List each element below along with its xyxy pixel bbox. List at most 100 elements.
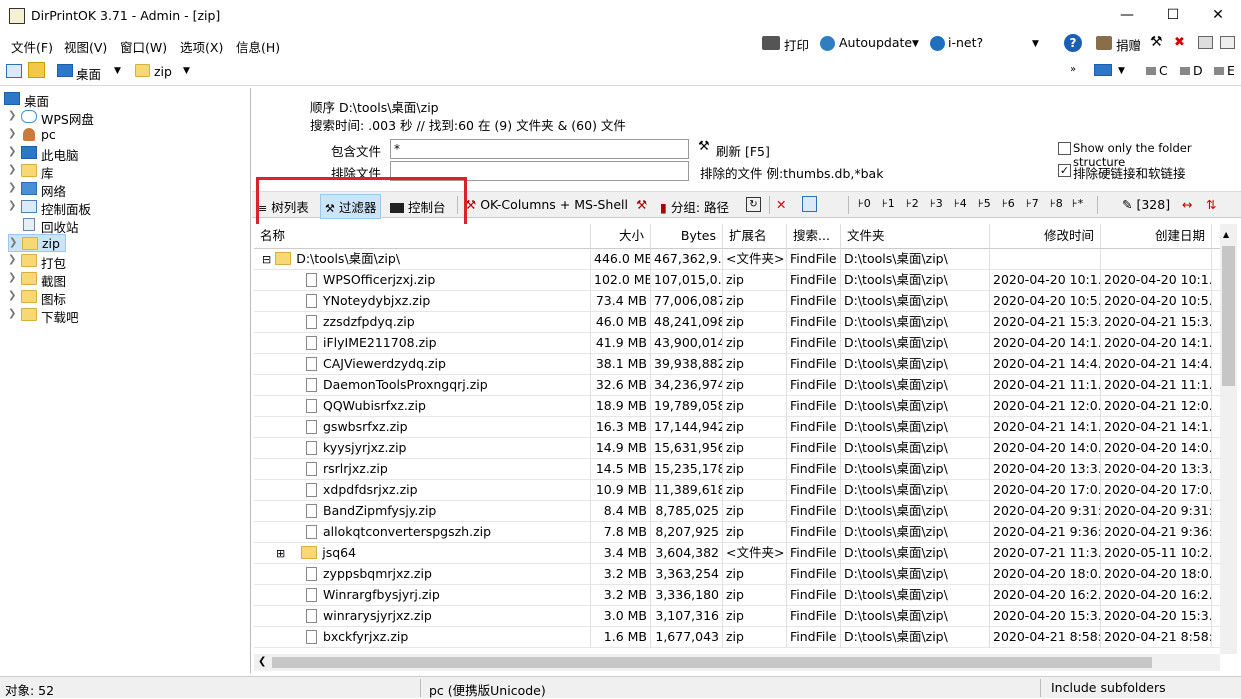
- tree-item-downloads[interactable]: ❯ 下载吧: [8, 306, 238, 325]
- scroll-up-icon[interactable]: ▲: [1223, 230, 1229, 239]
- windows-icon[interactable]: [1198, 36, 1213, 49]
- help-icon[interactable]: ?: [1064, 34, 1082, 52]
- minimize-button[interactable]: —: [1104, 0, 1150, 32]
- nav-zip[interactable]: zip: [154, 64, 172, 79]
- col-ctime[interactable]: 创建日期: [1101, 224, 1212, 249]
- inet-dropdown-icon[interactable]: ▼: [1032, 39, 1039, 49]
- group-button[interactable]: ▮ 分组: 路径: [660, 197, 729, 216]
- donate-button[interactable]: 捐赠: [1116, 35, 1141, 54]
- tree-item-this-pc[interactable]: ❯ 此电脑: [8, 144, 238, 163]
- tree-item-screenshots[interactable]: ❯ 截图: [8, 270, 238, 289]
- autoupdate-button[interactable]: Autoupdate: [839, 35, 912, 50]
- expand-arrow-icon[interactable]: ❯: [8, 308, 16, 319]
- collapse-icon[interactable]: ⇅: [1206, 197, 1216, 212]
- table-row[interactable]: WPSOfficerjzxj.zip 102.0 MB 107,015,0... zi…: [254, 270, 1220, 291]
- menu-window[interactable]: 窗口(W): [120, 37, 167, 56]
- col-bytes[interactable]: Bytes: [651, 224, 723, 249]
- panel-toggle-icon[interactable]: [6, 64, 22, 78]
- tree-item-wps[interactable]: ❯ WPS网盘: [8, 108, 238, 127]
- level-4-button[interactable]: ⊦4: [954, 197, 967, 210]
- table-row[interactable]: rsrlrjxz.zip 14.5 MB 15,235,178 zip FindFile…: [254, 459, 1220, 480]
- scroll-thumb[interactable]: [1222, 246, 1235, 386]
- drive-c[interactable]: C: [1146, 63, 1168, 78]
- expand-arrow-icon[interactable]: ❯: [8, 254, 16, 265]
- level-8-button[interactable]: ⊦8: [1050, 197, 1063, 210]
- table-row[interactable]: bxckfyrjxz.zip 1.6 MB 1,677,043 zip FindFile…: [254, 627, 1220, 648]
- window-close-icon[interactable]: [1220, 36, 1235, 49]
- refresh-button[interactable]: 刷新 [F5]: [716, 141, 770, 160]
- col-size[interactable]: 大小: [591, 224, 651, 249]
- expand-arrow-icon[interactable]: ❯: [8, 164, 16, 175]
- nav-zip-dropdown-icon[interactable]: ▼: [183, 66, 190, 76]
- tree-item-recycle-bin[interactable]: 回收站: [8, 216, 238, 235]
- drive-e[interactable]: E: [1214, 63, 1235, 78]
- level-2-button[interactable]: ⊦2: [906, 197, 919, 210]
- chevron-down-icon[interactable]: »: [1070, 64, 1076, 75]
- col-ext[interactable]: 扩展名: [723, 224, 787, 249]
- col-folder[interactable]: 文件夹: [841, 224, 990, 249]
- monitor-dropdown-icon[interactable]: ▼: [1118, 66, 1125, 76]
- monitor-icon[interactable]: [1094, 64, 1112, 76]
- menu-file[interactable]: 文件(F): [11, 37, 53, 56]
- col-mtime[interactable]: 修改时间: [990, 224, 1101, 249]
- nav-desktop-dropdown-icon[interactable]: ▼: [114, 66, 121, 76]
- nav-desktop[interactable]: 桌面: [76, 64, 101, 83]
- menu-options[interactable]: 选项(X): [180, 37, 223, 56]
- col-name[interactable]: 名称: [254, 224, 591, 249]
- tree-item-pc[interactable]: ❯ pc: [8, 126, 238, 144]
- sync-icon[interactable]: ↻: [746, 197, 761, 212]
- collapse-toggle-icon[interactable]: ⊟: [262, 253, 271, 266]
- expand-arrow-icon[interactable]: ❯: [9, 237, 17, 248]
- level-5-button[interactable]: ⊦5: [978, 197, 991, 210]
- delete-icon[interactable]: ✕: [776, 197, 786, 212]
- level-6-button[interactable]: ⊦6: [1002, 197, 1015, 210]
- table-row[interactable]: ⊟ D:\tools\桌面\zip\ 446.0 MB 467,362,9... <文件…: [254, 249, 1220, 270]
- scroll-left-icon[interactable]: ❮: [258, 656, 266, 667]
- expand-arrow-icon[interactable]: ❯: [8, 182, 16, 193]
- inet-button[interactable]: i-net?: [948, 35, 983, 50]
- tree-item-icons[interactable]: ❯ 图标: [8, 288, 238, 307]
- vertical-scrollbar[interactable]: ▲: [1220, 224, 1237, 654]
- menu-view[interactable]: 视图(V): [64, 37, 107, 56]
- table-row[interactable]: zzsdzfpdyq.zip 46.0 MB 48,241,098 zip FindFi…: [254, 312, 1220, 333]
- shell-icon[interactable]: ⚒: [636, 197, 647, 212]
- include-input[interactable]: *: [390, 139, 689, 159]
- tree-item-desktop[interactable]: 桌面: [2, 90, 242, 109]
- table-row[interactable]: BandZipmfysjy.zip 8.4 MB 8,785,025 zip FindF…: [254, 501, 1220, 522]
- refresh-list-icon[interactable]: [802, 196, 817, 212]
- expand-arrow-icon[interactable]: ❯: [8, 146, 16, 157]
- table-row[interactable]: kyysjyrjxz.zip 14.9 MB 15,631,956 zip FindFi…: [254, 438, 1220, 459]
- drive-d[interactable]: D: [1180, 63, 1203, 78]
- tree-item-control-panel[interactable]: ❯ 控制面板: [8, 198, 238, 217]
- table-row[interactable]: DaemonToolsProxngqrj.zip 32.6 MB 34,236,97…: [254, 375, 1220, 396]
- expand-arrow-icon[interactable]: ❯: [8, 110, 16, 121]
- exclude-links-checkbox[interactable]: ✓: [1058, 164, 1071, 177]
- tree-item-library[interactable]: ❯ 库: [8, 162, 238, 181]
- tree-item-pack[interactable]: ❯ 打包: [8, 252, 238, 271]
- horizontal-scrollbar[interactable]: ❮: [254, 654, 1220, 671]
- table-row[interactable]: iFlyIME211708.zip 41.9 MB 43,900,014 zip Fin…: [254, 333, 1220, 354]
- maximize-button[interactable]: ☐: [1150, 0, 1196, 32]
- table-row[interactable]: Winrargfbysjyrj.zip 3.2 MB 3,336,180 zip Fin…: [254, 585, 1220, 606]
- table-row[interactable]: CAJViewerdzydq.zip 38.1 MB 39,938,882 zip Fi…: [254, 354, 1220, 375]
- col-search[interactable]: 搜索...: [787, 224, 841, 249]
- printer-icon[interactable]: [762, 36, 780, 50]
- expand-arrow-icon[interactable]: ❯: [8, 272, 16, 283]
- tools-icon[interactable]: ⚒: [1150, 34, 1163, 50]
- ok-columns-button[interactable]: ⚒ OK-Columns + MS-Shell: [465, 197, 628, 212]
- table-row[interactable]: ⊞ jsq64 3.4 MB 3,604,382 <文件夹> FindFile D:\too…: [254, 543, 1220, 564]
- table-row[interactable]: gswbsrfxz.zip 16.3 MB 17,144,942 zip FindFil…: [254, 417, 1220, 438]
- expand-arrows-icon[interactable]: ↔: [1182, 197, 1192, 212]
- level-0-button[interactable]: ⊦0: [858, 197, 871, 210]
- table-row[interactable]: xdpdfdsrjxz.zip 10.9 MB 11,389,618 zip FindF…: [254, 480, 1220, 501]
- expand-toggle-icon[interactable]: ⊞: [276, 547, 285, 560]
- refresh-icon[interactable]: ⚒: [698, 139, 710, 154]
- table-row[interactable]: winrarysjyrjxz.zip 3.0 MB 3,107,316 zip Find…: [254, 606, 1220, 627]
- delete-icon[interactable]: ✖: [1174, 35, 1185, 50]
- expand-arrow-icon[interactable]: ❯: [8, 128, 16, 139]
- expand-arrow-icon[interactable]: ❯: [8, 200, 16, 211]
- table-row[interactable]: YNoteydybjxz.zip 73.4 MB 77,006,087 zip Find…: [254, 291, 1220, 312]
- print-button[interactable]: 打印: [784, 35, 809, 54]
- expand-arrow-icon[interactable]: ❯: [8, 290, 16, 301]
- tree-item-network[interactable]: ❯ 网络: [8, 180, 238, 199]
